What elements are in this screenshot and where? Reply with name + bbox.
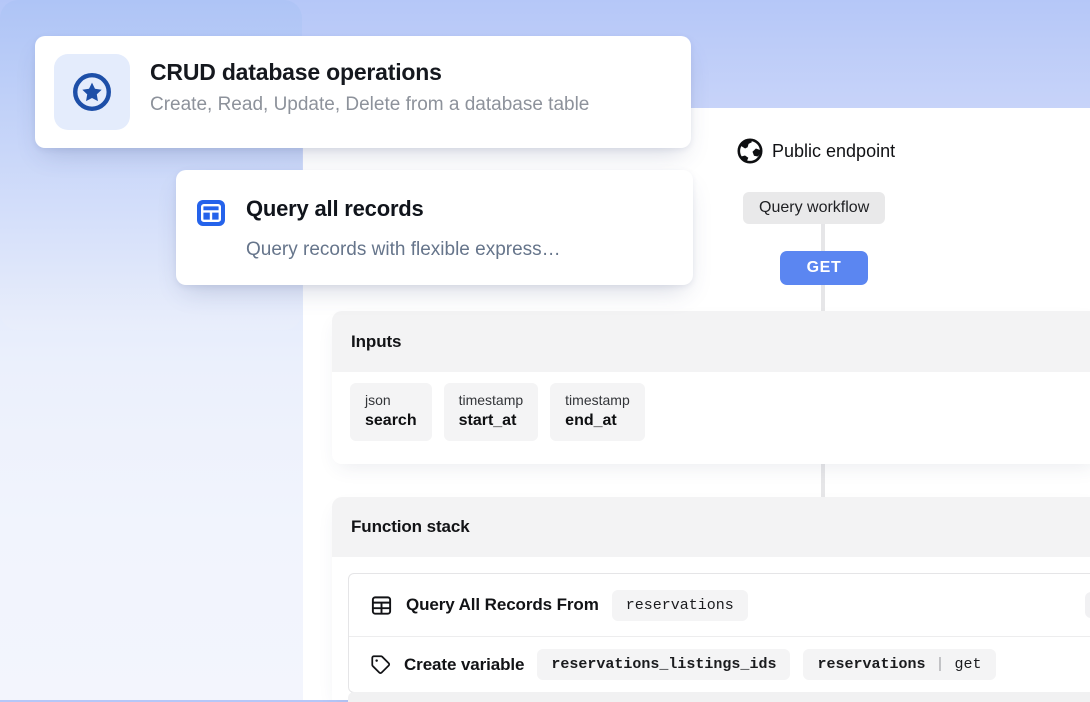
- workflow-illustration: { "colors": { "accent_blue": "#5b86f1", …: [0, 0, 1090, 700]
- input-field-chip[interactable]: timestamp start_at: [444, 383, 539, 441]
- public-endpoint-label: Public endpoint: [772, 141, 895, 162]
- input-field-type: json: [365, 392, 417, 408]
- input-field-type: timestamp: [565, 392, 630, 408]
- crud-operations-card[interactable]: CRUD database operations Create, Read, U…: [35, 36, 691, 148]
- input-field-name: search: [365, 412, 417, 430]
- table-icon: [370, 594, 393, 617]
- star-circle-icon: [54, 54, 130, 130]
- function-row[interactable]: Query All Records From reservations: [349, 574, 1090, 636]
- input-field-name: end_at: [565, 412, 630, 430]
- get-method-button[interactable]: GET: [780, 251, 868, 285]
- crud-card-subtitle: Create, Read, Update, Delete from a data…: [150, 94, 589, 116]
- badge-segment: reservations: [817, 656, 925, 673]
- value-badge[interactable]: reservations | get: [803, 649, 995, 680]
- input-field-type: timestamp: [459, 392, 524, 408]
- function-stack-title: Function stack: [332, 497, 1090, 557]
- badge-segment: |: [935, 656, 944, 673]
- query-card-title: Query all records: [246, 196, 561, 222]
- crud-card-title: CRUD database operations: [150, 59, 589, 86]
- globe-icon: [737, 138, 763, 164]
- badge-segment: reservations: [626, 597, 734, 614]
- input-field-chip[interactable]: json search: [350, 383, 432, 441]
- badge-segment: reservations_listings_ids: [551, 656, 776, 673]
- clipped-badge[interactable]: [1085, 592, 1090, 618]
- inputs-field-list: json search timestamp start_at timestamp end_…: [332, 372, 1090, 464]
- query-workflow-badge[interactable]: Query workflow: [743, 192, 885, 224]
- table-icon: [196, 198, 226, 228]
- function-stack-panel: Function stack Query All Records From res…: [332, 497, 1090, 700]
- input-field-name: start_at: [459, 412, 524, 430]
- public-endpoint-header: Public endpoint: [737, 138, 895, 164]
- inputs-panel: Inputs jsonsearchtimestampstart_attimest…: [332, 311, 1090, 464]
- query-all-records-card[interactable]: Query all records Query records with fle…: [176, 170, 693, 285]
- inputs-panel-title: Inputs: [332, 311, 1090, 372]
- function-row[interactable]: Create variable reservations_listings_ids…: [349, 637, 1090, 692]
- input-field-chip[interactable]: timestamp end_at: [550, 383, 645, 441]
- badge-segment: get: [955, 656, 982, 673]
- tag-icon: [370, 654, 391, 675]
- value-badge[interactable]: reservations: [612, 590, 748, 621]
- function-stack-body: Query All Records FromreservationsCreate…: [332, 557, 1090, 700]
- query-card-subtitle: Query records with flexible express…: [246, 239, 561, 261]
- function-step-card: Query All Records FromreservationsCreate…: [348, 573, 1090, 693]
- value-badge[interactable]: reservations_listings_ids: [537, 649, 790, 680]
- next-function-row-peek: [348, 692, 1090, 702]
- function-row-label: Create variable: [404, 655, 524, 675]
- function-row-label: Query All Records From: [406, 595, 599, 615]
